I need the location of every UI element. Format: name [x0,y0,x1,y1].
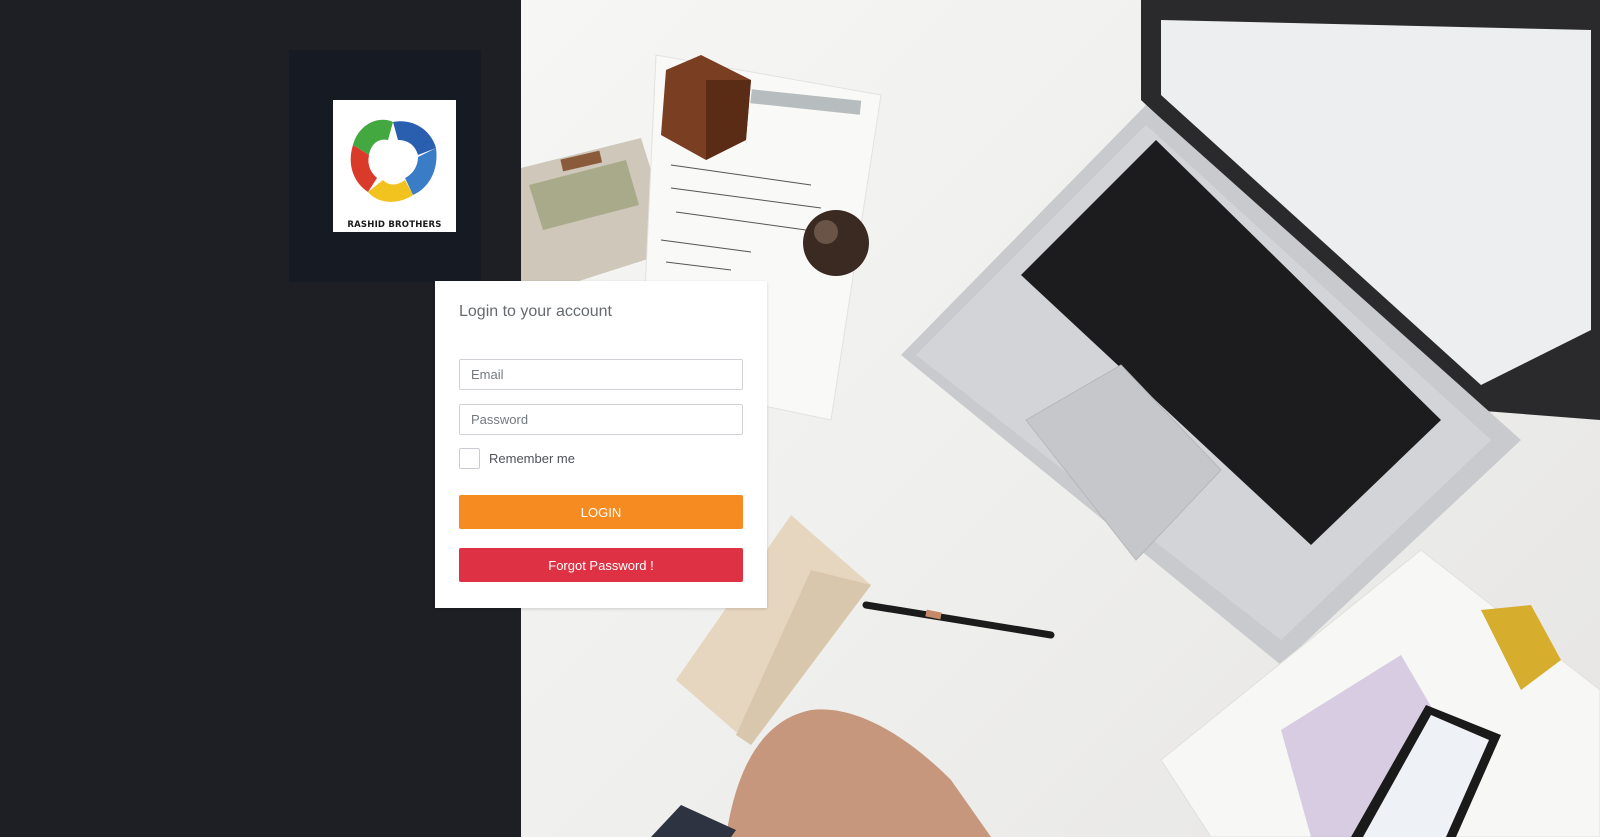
remember-me-checkbox[interactable] [459,448,480,469]
company-logo: RASHID BROTHERS [333,100,456,232]
login-title: Login to your account [459,303,612,320]
stamp-image [803,210,869,276]
logo-caption: RASHID BROTHERS [347,220,442,230]
login-card: Login to your account Remember me LOGIN … [435,281,767,608]
login-button[interactable]: LOGIN [459,495,743,529]
laptop-image [901,0,1600,665]
password-input[interactable] [459,404,743,435]
forgot-password-button[interactable]: Forgot Password ! [459,548,743,582]
hand-image [651,709,991,837]
email-input[interactable] [459,359,743,390]
pen-image [862,601,1055,639]
hands-logo-icon [350,119,437,202]
remember-me-label[interactable]: Remember me [489,451,575,466]
